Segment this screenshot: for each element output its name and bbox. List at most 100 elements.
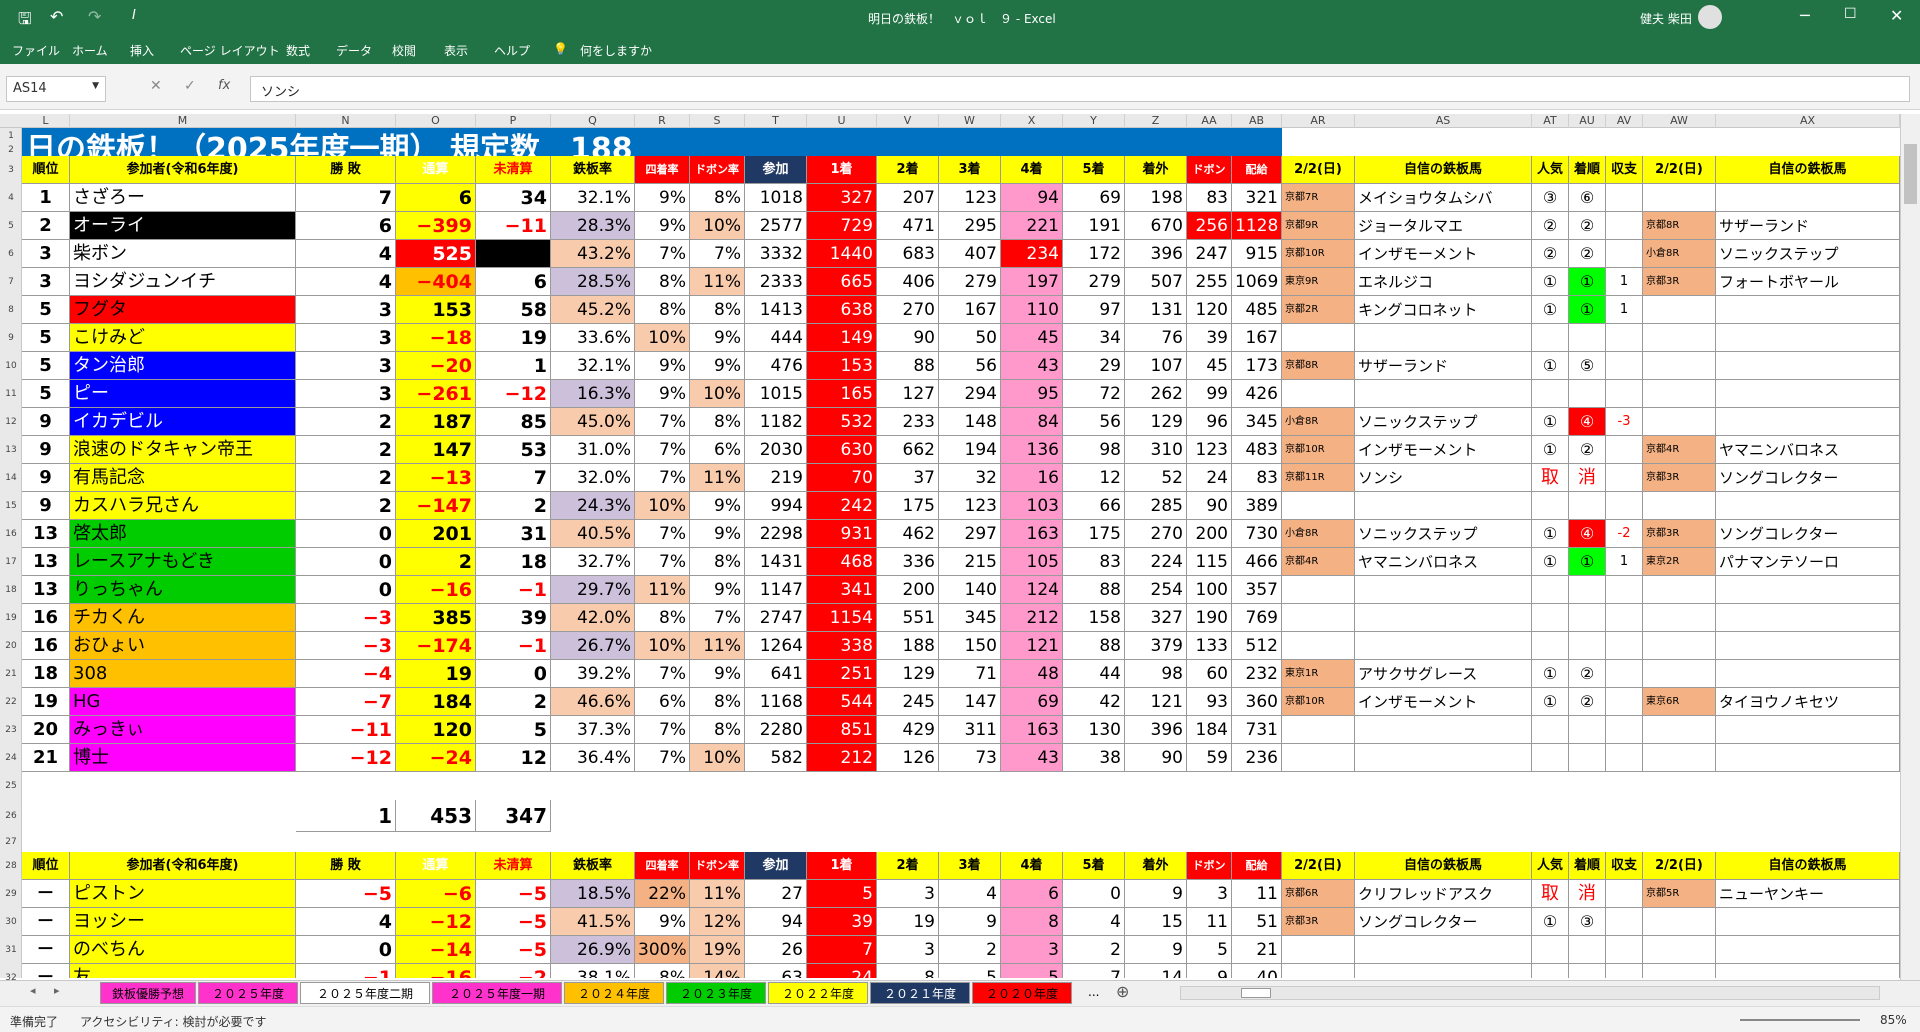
column-header[interactable]: AV bbox=[1606, 114, 1643, 128]
cell-ar[interactable]: 京都3R bbox=[1282, 908, 1355, 936]
cell-v[interactable]: 662 bbox=[877, 436, 939, 464]
cell-p[interactable]: 18 bbox=[476, 548, 551, 576]
cell-m[interactable]: 参加者(令和6年度) bbox=[70, 852, 296, 880]
horizontal-scrollbar[interactable] bbox=[1180, 986, 1880, 1000]
cell-p[interactable]: −11 bbox=[476, 212, 551, 240]
tab-page-layout[interactable]: ページ レイアウト bbox=[180, 42, 280, 59]
cell-ax[interactable]: ソングコレクター bbox=[1716, 464, 1900, 492]
cell-au[interactable]: ② bbox=[1569, 688, 1606, 716]
cell-ab[interactable]: 915 bbox=[1232, 240, 1282, 268]
cell-av[interactable] bbox=[1606, 660, 1643, 688]
cell-r[interactable]: 7% bbox=[635, 660, 690, 688]
cell-ar[interactable]: 東京9R bbox=[1282, 268, 1355, 296]
cell-n[interactable]: 勝 敗 bbox=[296, 156, 396, 184]
cell-ax[interactable] bbox=[1716, 936, 1900, 964]
cell-av[interactable] bbox=[1606, 688, 1643, 716]
cell-o[interactable]: −399 bbox=[396, 212, 476, 240]
cell-ax[interactable] bbox=[1716, 632, 1900, 660]
row-header[interactable]: 17 bbox=[0, 548, 22, 576]
cell-aa[interactable]: 123 bbox=[1187, 436, 1232, 464]
cell-av[interactable]: -3 bbox=[1606, 408, 1643, 436]
cell-o[interactable]: −20 bbox=[396, 352, 476, 380]
cell-at[interactable]: ② bbox=[1532, 240, 1569, 268]
cell-ab[interactable]: 83 bbox=[1232, 464, 1282, 492]
cell-m[interactable]: りっちゃん bbox=[70, 576, 296, 604]
cell-at[interactable]: ① bbox=[1532, 296, 1569, 324]
cell-r[interactable]: 7% bbox=[635, 548, 690, 576]
cell-ax[interactable]: タイヨウノキセツ bbox=[1716, 688, 1900, 716]
cell-z[interactable]: 76 bbox=[1125, 324, 1187, 352]
cell-o[interactable]: −261 bbox=[396, 380, 476, 408]
cell-s[interactable]: 9% bbox=[690, 492, 745, 520]
cell-x[interactable]: 121 bbox=[1001, 632, 1063, 660]
cell-as[interactable]: 自信の鉄板馬 bbox=[1355, 852, 1532, 880]
cell-v[interactable]: 126 bbox=[877, 744, 939, 772]
cell-s[interactable]: 14% bbox=[690, 964, 745, 978]
row-header[interactable]: 31 bbox=[0, 936, 22, 964]
cell-as[interactable] bbox=[1355, 964, 1532, 978]
column-header[interactable]: AX bbox=[1716, 114, 1900, 128]
cell-u[interactable]: 149 bbox=[807, 324, 877, 352]
cell-aw[interactable]: 京都4R bbox=[1643, 436, 1716, 464]
cell-aw[interactable] bbox=[1643, 604, 1716, 632]
cell-y[interactable]: 98 bbox=[1063, 436, 1125, 464]
cell-t[interactable]: 1018 bbox=[745, 184, 807, 212]
cell-ar[interactable] bbox=[1282, 632, 1355, 660]
cell-v[interactable]: 406 bbox=[877, 268, 939, 296]
cell-n[interactable]: 0 bbox=[296, 936, 396, 964]
cell-x[interactable]: 124 bbox=[1001, 576, 1063, 604]
redo-icon[interactable]: ↷ bbox=[88, 7, 101, 26]
cell-m[interactable]: のべちん bbox=[70, 936, 296, 964]
cell-au[interactable] bbox=[1569, 604, 1606, 632]
cell-ar[interactable] bbox=[1282, 324, 1355, 352]
cell-p[interactable]: −5 bbox=[476, 936, 551, 964]
tab-formulas[interactable]: 数式 bbox=[286, 42, 310, 59]
cell-o[interactable]: −16 bbox=[396, 964, 476, 978]
cell-aa[interactable]: 90 bbox=[1187, 492, 1232, 520]
cell-l[interactable]: 9 bbox=[22, 408, 70, 436]
cell-x[interactable]: 5 bbox=[1001, 964, 1063, 978]
cell-aa[interactable]: 5 bbox=[1187, 936, 1232, 964]
cell-w[interactable]: 3着 bbox=[939, 156, 1001, 184]
cell-av[interactable]: 1 bbox=[1606, 296, 1643, 324]
cell-l[interactable]: 5 bbox=[22, 324, 70, 352]
cell-m[interactable]: 308 bbox=[70, 660, 296, 688]
cell-au[interactable] bbox=[1569, 324, 1606, 352]
cell-o[interactable]: 2 bbox=[396, 548, 476, 576]
cell-z[interactable]: 285 bbox=[1125, 492, 1187, 520]
cell-o[interactable]: 120 bbox=[396, 716, 476, 744]
cell-m[interactable]: タン治郎 bbox=[70, 352, 296, 380]
cell-l[interactable]: 3 bbox=[22, 240, 70, 268]
column-header[interactable]: AA bbox=[1187, 114, 1232, 128]
cell-n[interactable]: 勝 敗 bbox=[296, 852, 396, 880]
cell-ar[interactable] bbox=[1282, 744, 1355, 772]
cell-z[interactable]: 9 bbox=[1125, 880, 1187, 908]
cell-ax[interactable] bbox=[1716, 604, 1900, 632]
cell-l[interactable]: 5 bbox=[22, 352, 70, 380]
column-header[interactable]: N bbox=[296, 114, 396, 128]
cell-p[interactable]: −5 bbox=[476, 908, 551, 936]
cell-aw[interactable] bbox=[1643, 324, 1716, 352]
row-header[interactable]: 28 bbox=[0, 852, 22, 880]
cell-y[interactable]: 12 bbox=[1063, 464, 1125, 492]
cell-av[interactable] bbox=[1606, 744, 1643, 772]
cell-o[interactable]: −147 bbox=[396, 492, 476, 520]
cell-r[interactable]: 10% bbox=[635, 492, 690, 520]
cell-o[interactable]: 201 bbox=[396, 520, 476, 548]
cell-o[interactable]: 184 bbox=[396, 688, 476, 716]
sheet-tab[interactable]: ２０２５年度二期 bbox=[300, 982, 430, 1004]
cell-l[interactable]: 5 bbox=[22, 296, 70, 324]
cell-r[interactable]: 11% bbox=[635, 576, 690, 604]
cell-av[interactable] bbox=[1606, 716, 1643, 744]
cell-r[interactable]: 9% bbox=[635, 212, 690, 240]
cell-q[interactable]: 28.3% bbox=[551, 212, 635, 240]
cell-l[interactable]: 3 bbox=[22, 268, 70, 296]
cell-au[interactable]: 着順 bbox=[1569, 852, 1606, 880]
cell-aa[interactable]: 255 bbox=[1187, 268, 1232, 296]
cell-av[interactable] bbox=[1606, 576, 1643, 604]
cell-u[interactable]: 70 bbox=[807, 464, 877, 492]
cell-n[interactable]: −5 bbox=[296, 880, 396, 908]
cell-t[interactable]: 2747 bbox=[745, 604, 807, 632]
zoom-slider[interactable] bbox=[1740, 1019, 1860, 1021]
cell-y[interactable]: 72 bbox=[1063, 380, 1125, 408]
